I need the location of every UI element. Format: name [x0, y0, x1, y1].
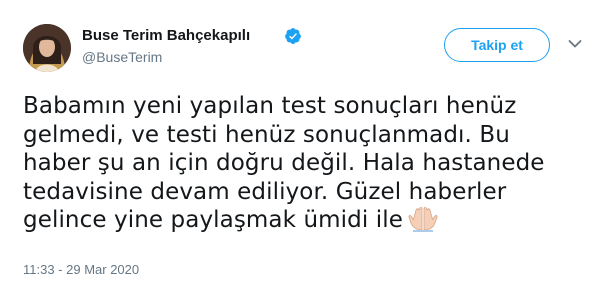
follow-button[interactable]: Takip et: [444, 28, 550, 62]
tweet-text-line: tedavisine devam ediliyor. Güzel haberle…: [23, 178, 507, 205]
tweet-text-line: gelince yine paylaşmak ümidi ile: [23, 207, 403, 234]
tweet-text-line-last: gelince yine paylaşmak ümidi ile: [23, 206, 583, 235]
avatar[interactable]: [23, 24, 71, 72]
verified-badge-icon: [285, 28, 301, 44]
folded-hands-icon: [408, 207, 438, 233]
chevron-down-icon[interactable]: [568, 39, 582, 49]
tweet-text-line: gelmedi, ve testi henüz sonuçlanmadı. Bu: [23, 121, 510, 148]
tweet-card: Buse Terim Bahçekapılı @BuseTerim Takip …: [0, 0, 615, 294]
avatar-image: [23, 24, 71, 72]
tweet-text: Babamın yeni yapılan test sonuçları henü…: [23, 92, 583, 235]
tweet-text-line: haber şu an için doğru değil. Hala hasta…: [23, 150, 545, 177]
author-name[interactable]: Buse Terim Bahçekapılı: [82, 27, 250, 44]
author-handle[interactable]: @BuseTerim: [82, 49, 162, 65]
tweet-timestamp[interactable]: 11:33 - 29 Mar 2020: [23, 262, 139, 277]
tweet-text-line: Babamın yeni yapılan test sonuçları henü…: [23, 93, 517, 119]
